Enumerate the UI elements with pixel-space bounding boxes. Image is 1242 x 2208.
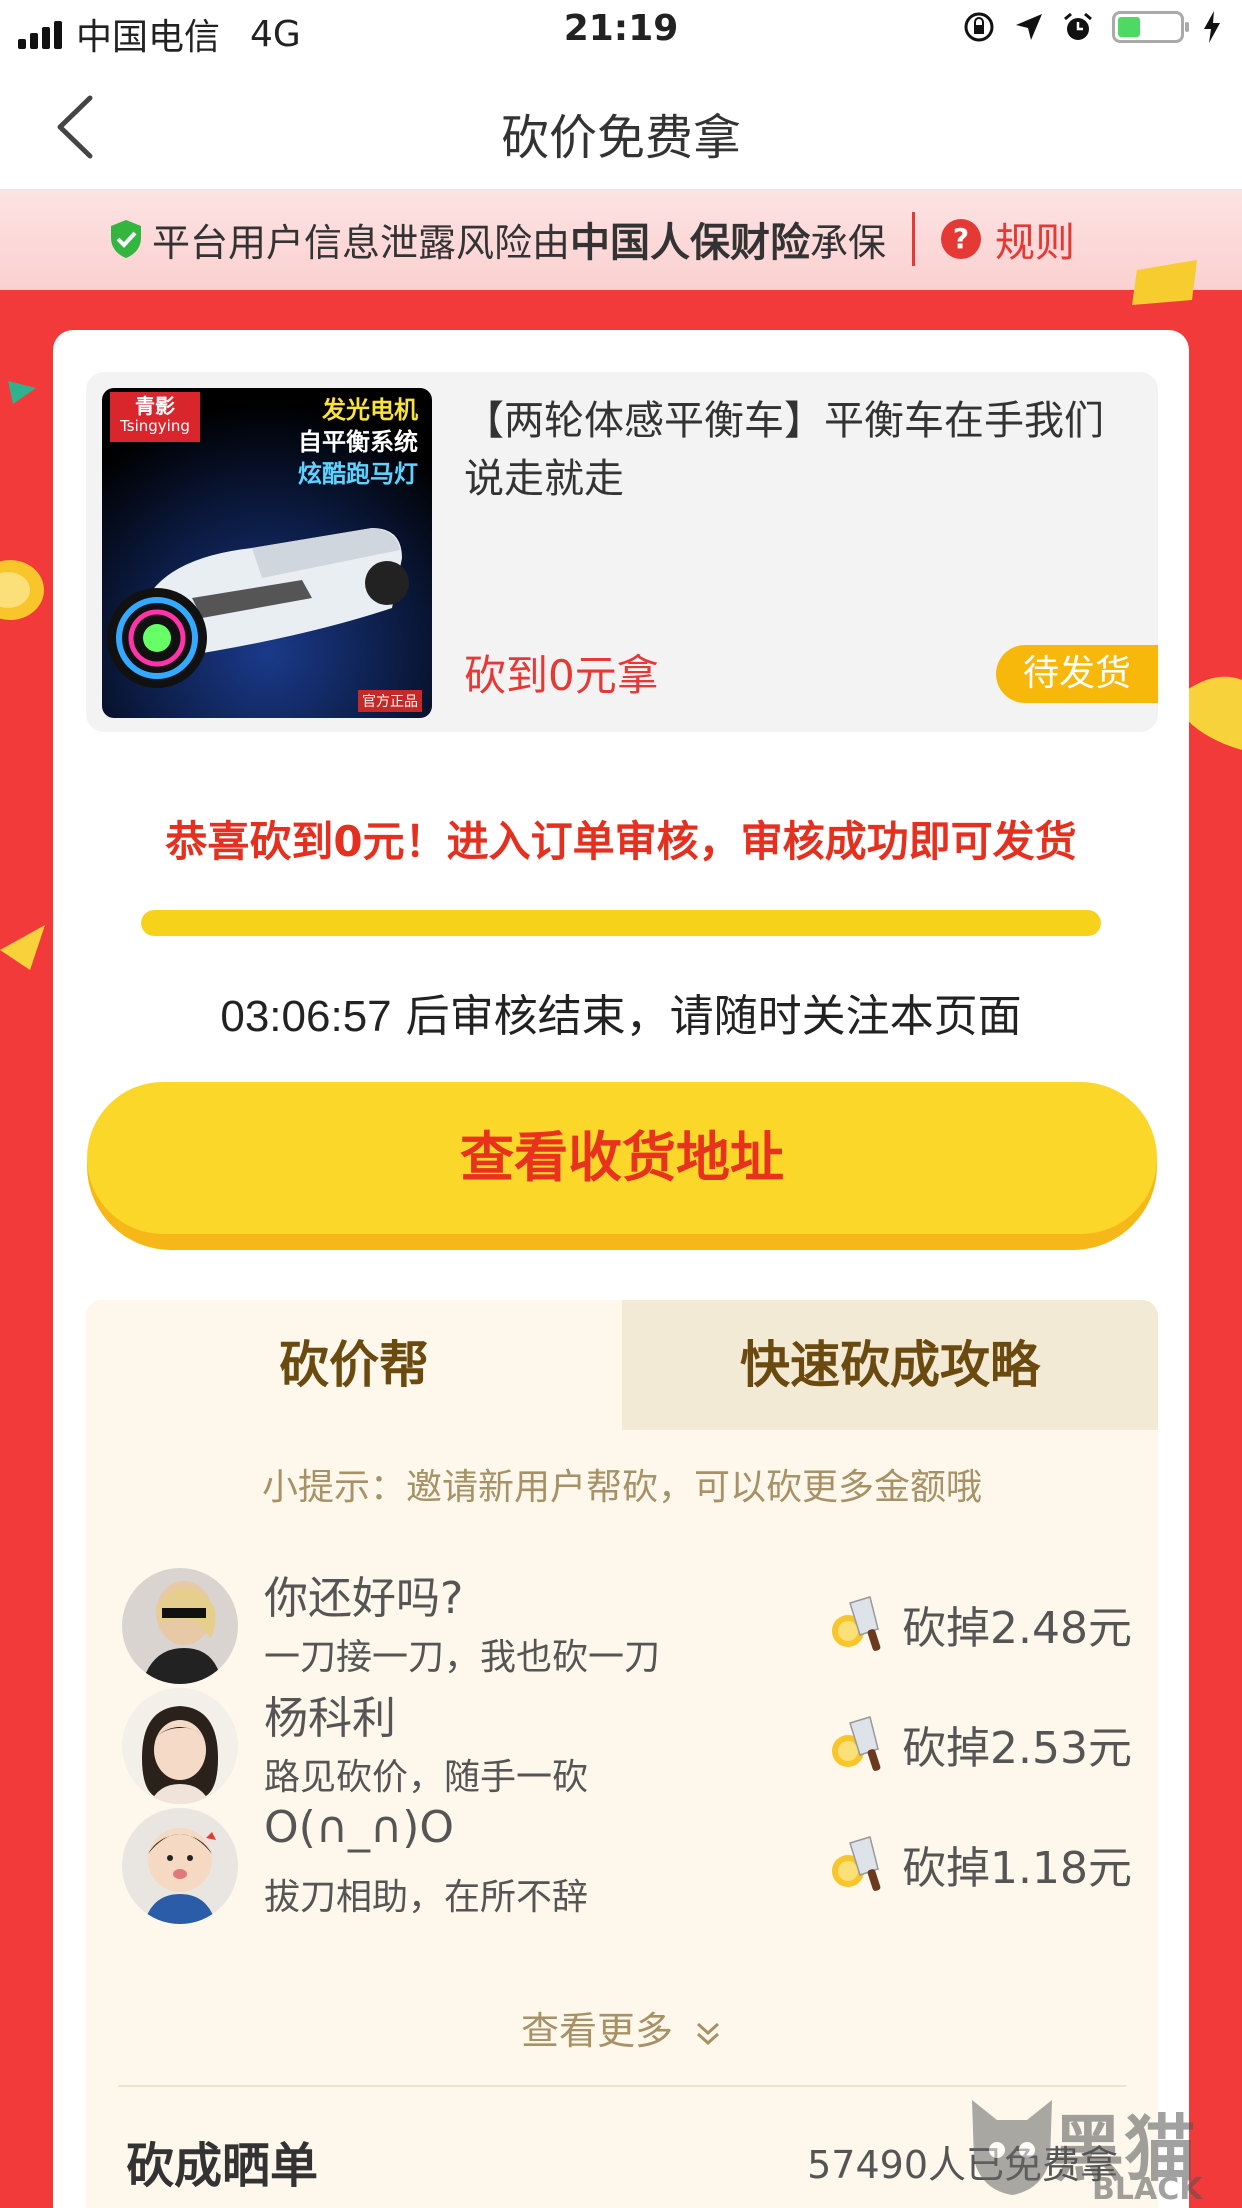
watermark-en: BLACK CAT: [1092, 2172, 1203, 2208]
avatar: [122, 1688, 238, 1804]
insurance-banner: 平台用户信息泄露风险由 中国人保财险 承保 ? 规则: [0, 190, 1242, 290]
cut-amount: 砍掉2.48元: [830, 1592, 1132, 1656]
tab-bargain-helpers[interactable]: 砍价帮: [86, 1300, 622, 1430]
helper-message: 一刀接一刀，我也砍一刀: [264, 1637, 661, 1678]
double-chevron-down-icon[interactable]: [693, 2019, 723, 2049]
view-more-label[interactable]: 查看更多: [521, 2009, 673, 2053]
showcase-title: 砍成晒单: [126, 2138, 319, 2194]
official-badge: 官方正品: [358, 690, 422, 712]
cut-amount-label: 砍掉1.18元: [902, 1843, 1132, 1894]
black-cat-logo-icon: [972, 2100, 1052, 2195]
watermark: 黑猫 BLACK CAT: [942, 2090, 1242, 2208]
cleaver-coin-icon: [832, 1836, 881, 1891]
tip-text: 小提示：邀请新用户帮砍，可以砍更多金额哦: [261, 1467, 982, 1508]
status-bar: 中国电信 4G 21:19: [0, 0, 1242, 62]
helpers-panel: 砍价帮 快速砍成攻略 小提示：邀请新用户帮砍，可以砍更多金额哦 你还好吗? 一刀…: [86, 1300, 1158, 2208]
cut-amount-label: 砍掉2.53元: [902, 1723, 1132, 1774]
banner-separator: [912, 212, 916, 266]
avatar: [122, 1808, 238, 1924]
rotation-lock-icon: [964, 12, 994, 42]
progress-fill: [141, 910, 1101, 936]
helper-row: 你还好吗? 一刀接一刀，我也砍一刀 砍掉2.48元: [122, 1568, 1132, 1688]
view-address-button[interactable]: 查看收货地址: [87, 1082, 1157, 1250]
banner-text-prefix: 平台用户信息泄露风险由: [152, 220, 571, 265]
insurer-name: 中国人保财险: [570, 220, 811, 266]
bargain-card: 青影 Tsingying 发光电机 自平衡系统 炫酷跑马灯 官方正品 【两轮体感…: [53, 330, 1189, 2208]
shield-check-icon: [111, 220, 141, 258]
helper-name: O(∩_∩)O: [264, 1802, 455, 1853]
product-title: 【两轮体感平衡车】平衡车在手我们说走就走: [464, 398, 1104, 502]
page-title: 砍价免费拿: [500, 110, 741, 166]
cut-amount: 砍掉1.18元: [830, 1832, 1132, 1896]
question-mark-icon[interactable]: ?: [941, 219, 982, 259]
coin-decoration-icon: [0, 560, 44, 620]
helper-name: 杨科利: [264, 1693, 396, 1744]
navigation-bar: 砍价免费拿: [0, 62, 1242, 190]
cut-amount-label: 砍掉2.48元: [902, 1603, 1132, 1654]
location-icon: [1016, 14, 1042, 40]
helper-row: 杨科利 路见砍价，随手一砍 砍掉2.53元: [122, 1688, 1132, 1808]
view-more-link[interactable]: 查看更多: [86, 2000, 1158, 2055]
tab-quick-guide[interactable]: 快速砍成攻略: [622, 1300, 1158, 1430]
order-status-badge: 待发货: [996, 645, 1158, 703]
bargain-progress-bar: [141, 910, 1101, 936]
alarm-icon: [1064, 12, 1092, 40]
helper-message: 拔刀相助，在所不辞: [264, 1877, 589, 1918]
status-right: [962, 10, 1222, 44]
brand-logo: 青影 Tsingying: [110, 392, 200, 442]
cleaver-coin-icon: [832, 1596, 881, 1651]
cleaver-coin-icon: [832, 1716, 881, 1771]
countdown-suffix: 后审核结束，请随时关注本页面: [391, 991, 1022, 1042]
helper-row: O(∩_∩)O 拔刀相助，在所不辞 砍掉1.18元: [122, 1802, 1132, 1928]
firework-decoration-icon: [0, 925, 45, 970]
countdown-timer: 03:06:57: [220, 992, 392, 1041]
ingot-decoration-icon: [1187, 676, 1242, 750]
product-price-label: 砍到0元拿: [464, 651, 659, 700]
ribbon-decoration-icon: [8, 381, 36, 404]
avatar: [122, 1568, 238, 1684]
section-divider: [118, 2085, 1126, 2087]
hoverboard-illustration: [107, 528, 409, 688]
helper-message: 路见砍价，随手一砍: [264, 1757, 589, 1798]
product-image[interactable]: 青影 Tsingying 发光电机 自平衡系统 炫酷跑马灯 官方正品: [102, 388, 432, 718]
banner-text-suffix: 承保: [810, 220, 887, 265]
charging-icon: [1204, 11, 1220, 43]
gold-bar-decoration-icon: [1132, 260, 1197, 305]
helper-name: 你还好吗?: [264, 1573, 464, 1624]
product-features: 发光电机 自平衡系统 炫酷跑马灯: [298, 396, 418, 488]
view-address-label[interactable]: 查看收货地址: [87, 1082, 1157, 1234]
countdown-text: 03:06:57 后审核结束，请随时关注本页面: [53, 980, 1189, 1044]
congrats-message: 恭喜砍到0元！进入订单审核，审核成功即可发货: [165, 817, 1077, 866]
cut-amount: 砍掉2.53元: [830, 1712, 1132, 1776]
battery-icon: [1112, 11, 1189, 43]
rules-link[interactable]: 规则: [995, 210, 1075, 268]
product-summary[interactable]: 青影 Tsingying 发光电机 自平衡系统 炫酷跑马灯 官方正品 【两轮体感…: [86, 372, 1158, 732]
